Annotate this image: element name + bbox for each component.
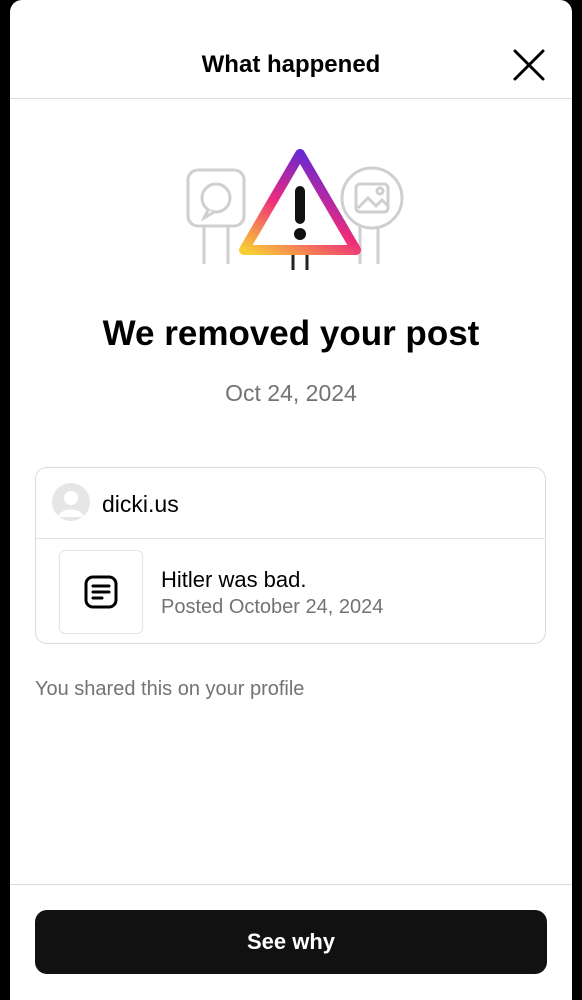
- footer-divider: [10, 884, 572, 885]
- close-button[interactable]: [510, 46, 548, 84]
- comment-sign-icon: [186, 168, 246, 264]
- removed-post-card[interactable]: dicki.us Hitler was bad. Posted October …: [35, 467, 546, 644]
- close-icon: [513, 49, 545, 81]
- post-thumbnail: [59, 550, 143, 634]
- post-author-row: dicki.us: [36, 468, 545, 539]
- text-post-icon: [84, 575, 118, 609]
- post-username: dicki.us: [102, 491, 179, 517]
- sheet-header: What happened: [10, 0, 572, 99]
- warning-triangle-icon: [239, 149, 361, 270]
- post-date: Posted October 24, 2024: [161, 596, 384, 618]
- sheet-title: What happened: [201, 51, 381, 78]
- removed-content-illustration: [186, 149, 404, 270]
- removal-sheet: What happened We removed your post Oct 2…: [10, 0, 572, 1000]
- shared-note: You shared this on your profile: [35, 678, 305, 700]
- avatar: [52, 483, 90, 521]
- default-avatar-icon: [52, 483, 90, 521]
- hero-illustration: [180, 142, 410, 282]
- page-headline: We removed your post: [102, 314, 480, 353]
- see-why-button[interactable]: See why: [35, 910, 547, 974]
- removal-date: Oct 24, 2024: [225, 380, 357, 406]
- post-text: Hitler was bad.: [161, 567, 307, 592]
